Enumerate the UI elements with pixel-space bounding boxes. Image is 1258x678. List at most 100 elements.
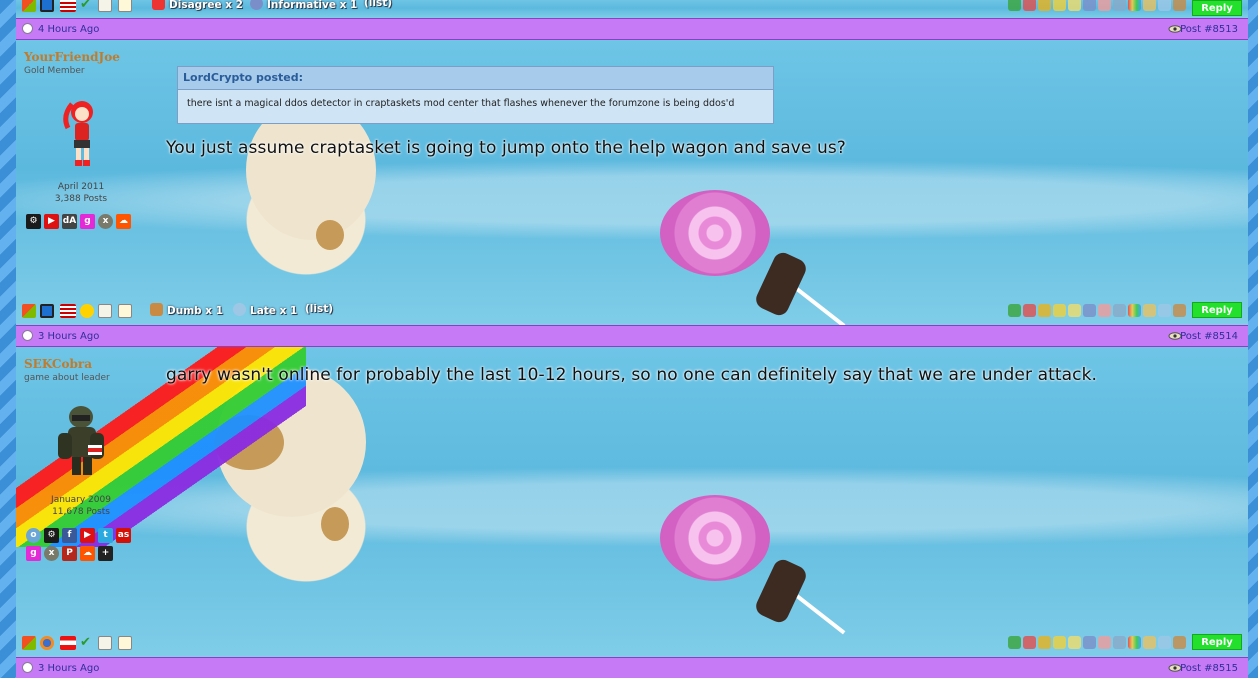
lastfm-icon[interactable]: as — [116, 528, 131, 543]
useful-icon[interactable] — [1113, 304, 1126, 317]
reply-button[interactable]: Reply — [1192, 302, 1242, 318]
post-count: 11,678 Posts — [52, 507, 110, 517]
artistic-icon[interactable] — [1128, 304, 1141, 317]
agree-icon[interactable] — [1008, 0, 1021, 11]
rating-informative[interactable]: Informative x 1 — [250, 0, 357, 11]
rating-list-link[interactable]: (list) — [364, 0, 392, 9]
rating-icons — [1008, 0, 1186, 11]
disagree-icon[interactable] — [1023, 636, 1036, 649]
zing-icon[interactable] — [1068, 636, 1081, 649]
windows-icon — [22, 304, 36, 318]
optimistic-icon[interactable] — [1143, 304, 1156, 317]
optimistic-icon[interactable] — [1143, 636, 1156, 649]
useful-icon[interactable] — [1113, 0, 1126, 11]
post-message: garry wasn't online for probably the las… — [166, 365, 1098, 385]
windows-icon — [22, 636, 36, 650]
agree-icon[interactable] — [1008, 304, 1021, 317]
youtube-icon[interactable]: ▶ — [44, 214, 59, 229]
late-icon[interactable] — [1158, 0, 1171, 11]
rating-list-link[interactable]: (list) — [305, 303, 333, 315]
add-icon[interactable]: + — [98, 546, 113, 561]
checkmark-icon: ✔ — [80, 0, 91, 12]
zing-icon[interactable] — [1068, 304, 1081, 317]
clock-icon — [22, 330, 33, 341]
xbox-icon[interactable]: x — [44, 546, 59, 561]
rating-icons — [1008, 304, 1186, 317]
steam-icon[interactable]: ⚙ — [26, 214, 41, 229]
background-lollipop — [660, 495, 770, 581]
gmod-icon[interactable]: g — [26, 546, 41, 561]
rating-dumb[interactable]: Dumb x 1 — [150, 303, 223, 317]
zing-icon[interactable] — [1068, 0, 1081, 11]
friendly-icon[interactable] — [1098, 636, 1111, 649]
dumb-icon[interactable] — [1173, 304, 1186, 317]
late-icon[interactable] — [1158, 636, 1171, 649]
checkmark-icon: ✔ — [80, 635, 91, 650]
user-stats: January 2009 11,678 Posts — [16, 494, 146, 518]
reply-button[interactable]: Reply — [1192, 0, 1242, 16]
post-header: 4 Hours Ago Post #8513 — [16, 18, 1248, 40]
dumb-icon[interactable] — [1173, 636, 1186, 649]
informative-icon[interactable] — [1083, 636, 1096, 649]
friendly-icon[interactable] — [1098, 0, 1111, 11]
post-number-link[interactable]: Post #8514 — [1180, 326, 1238, 348]
post-time: 3 Hours Ago — [38, 663, 100, 674]
avatar[interactable] — [50, 403, 112, 479]
join-date: January 2009 — [51, 495, 111, 505]
soundcloud-icon[interactable]: ☁ — [116, 214, 131, 229]
useful-icon[interactable] — [1113, 636, 1126, 649]
funny-icon[interactable] — [1038, 0, 1051, 11]
winner-icon[interactable] — [1053, 636, 1066, 649]
artistic-icon[interactable] — [1128, 636, 1141, 649]
deviantart-icon[interactable]: dA — [62, 214, 77, 229]
facebook-icon[interactable]: f — [62, 528, 77, 543]
notepad-icon — [118, 0, 132, 12]
user-title: Gold Member — [24, 66, 85, 76]
informative-icon[interactable] — [1083, 0, 1096, 11]
quote-author[interactable]: LordCrypto posted: — [178, 67, 773, 90]
late-icon[interactable] — [1158, 304, 1171, 317]
browser-icon — [40, 0, 54, 12]
disagree-icon[interactable] — [1023, 0, 1036, 11]
post-8514: SEKCobra game about leader January 2009 … — [16, 347, 1248, 657]
youtube-icon[interactable]: ▶ — [80, 528, 95, 543]
winner-icon[interactable] — [1053, 0, 1066, 11]
dumb-icon[interactable] — [1173, 0, 1186, 11]
xbox-icon[interactable]: x — [98, 214, 113, 229]
opera-icon[interactable]: o — [26, 528, 41, 543]
thread-frame: ✔ Disagree x 2 Informative x 1 (list) Re… — [16, 0, 1248, 678]
post-count: 3,388 Posts — [54, 194, 108, 204]
friendly-icon[interactable] — [1098, 304, 1111, 317]
agree-icon[interactable] — [1008, 636, 1021, 649]
post-footer: ✔ Reply — [16, 632, 1248, 654]
artistic-icon[interactable] — [1128, 0, 1141, 11]
funny-icon[interactable] — [1038, 304, 1051, 317]
post-number-link[interactable]: Post #8515 — [1180, 658, 1238, 678]
post-number-link[interactable]: Post #8513 — [1180, 19, 1238, 41]
notepad-icon — [118, 304, 132, 318]
twitter-icon[interactable]: t — [98, 528, 113, 543]
winner-icon[interactable] — [1053, 304, 1066, 317]
post-time: 4 Hours Ago — [38, 24, 100, 35]
soundcloud-icon[interactable]: ☁ — [80, 546, 95, 561]
avatar[interactable] — [58, 98, 108, 170]
gmod-icon[interactable]: g — [80, 214, 95, 229]
psn-icon[interactable]: P — [62, 546, 77, 561]
background-creature-foot — [321, 507, 349, 541]
post-8512: ✔ Disagree x 2 Informative x 1 (list) Re… — [16, 0, 1248, 18]
informative-icon[interactable] — [1083, 304, 1096, 317]
list-icon — [98, 636, 112, 650]
rating-disagree[interactable]: Disagree x 2 — [152, 0, 243, 11]
reply-button[interactable]: Reply — [1192, 634, 1242, 650]
rating-late[interactable]: Late x 1 — [233, 303, 297, 317]
post-time: 3 Hours Ago — [38, 331, 100, 342]
windows-icon — [22, 0, 36, 12]
username[interactable]: YourFriendJoe — [24, 50, 120, 64]
post-header: 3 Hours Ago Post #8514 — [16, 325, 1248, 347]
optimistic-icon[interactable] — [1143, 0, 1156, 11]
username[interactable]: SEKCobra — [24, 357, 92, 371]
background-creature-foot — [316, 220, 344, 250]
funny-icon[interactable] — [1038, 636, 1051, 649]
disagree-icon[interactable] — [1023, 304, 1036, 317]
steam-icon[interactable]: ⚙ — [44, 528, 59, 543]
